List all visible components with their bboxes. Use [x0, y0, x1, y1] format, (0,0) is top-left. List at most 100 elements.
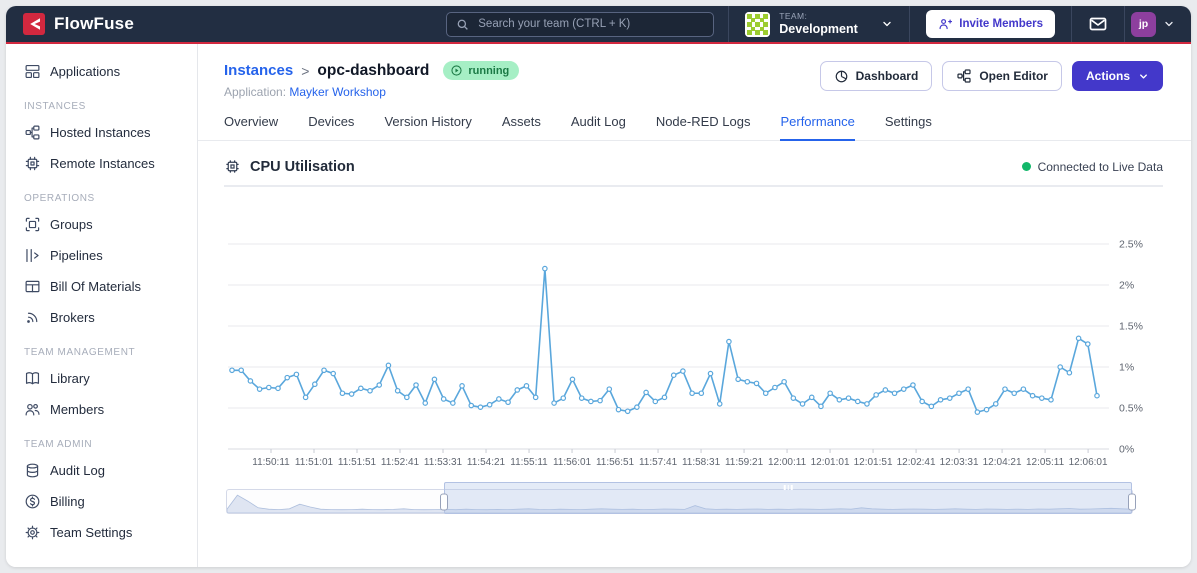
application-label: Application: [224, 85, 287, 99]
sidebar-item-label: Team Settings [50, 525, 133, 540]
remote-instances-icon [24, 155, 41, 172]
actions-button[interactable]: Actions [1071, 61, 1163, 91]
brush-selection[interactable] [444, 482, 1132, 514]
team-settings-icon [24, 524, 41, 541]
sidebar-item-brokers[interactable]: Brokers [6, 302, 197, 333]
x-axis-tick-label: 12:05:11 [1026, 457, 1065, 468]
brush-handle-left[interactable] [440, 493, 449, 510]
sidebar-item-label: Brokers [50, 310, 95, 325]
team-search[interactable] [446, 11, 715, 37]
sidebar-item-groups[interactable]: Groups [6, 209, 197, 240]
breadcrumb-instances-link[interactable]: Instances [224, 62, 293, 79]
sidebar: Applications INSTANCES Hosted Instances Rem… [6, 44, 198, 567]
search-icon [456, 18, 469, 31]
tab-settings[interactable]: Settings [885, 114, 932, 140]
tab-audit-log[interactable]: Audit Log [571, 114, 626, 140]
x-axis-tick-label: 12:04:21 [983, 457, 1022, 468]
sidebar-item-hosted-instances[interactable]: Hosted Instances [6, 117, 197, 148]
play-circle-icon [450, 64, 463, 77]
x-axis-tick-label: 12:01:51 [854, 457, 893, 468]
x-axis-tick-label: 11:55:11 [510, 457, 548, 468]
tab-assets[interactable]: Assets [502, 114, 541, 140]
sidebar-item-remote-instances[interactable]: Remote Instances [6, 148, 197, 179]
sidebar-item-bill-of-materials[interactable]: Bill Of Materials [6, 271, 197, 302]
status-badge: running [443, 61, 520, 80]
top-navbar: FlowFuse TEAM: Development Invite Member… [6, 6, 1191, 44]
performance-panel: CPU Utilisation Connected to Live Data 0… [198, 141, 1191, 567]
y-axis-tick-label: 0.5% [1119, 403, 1143, 415]
applications-icon [24, 63, 41, 80]
mail-icon[interactable] [1088, 14, 1108, 34]
sidebar-item-billing[interactable]: Billing [6, 486, 197, 517]
groups-icon [24, 216, 41, 233]
sidebar-item-label: Billing [50, 494, 85, 509]
panel-divider [224, 185, 1163, 187]
sidebar-item-label: Members [50, 402, 105, 417]
x-axis-tick-label: 12:03:31 [940, 457, 979, 468]
brokers-icon [24, 309, 41, 326]
flowfuse-logo-icon [23, 13, 45, 35]
tab-version-history[interactable]: Version History [384, 114, 471, 140]
user-menu[interactable]: jp [1125, 11, 1191, 37]
pipelines-icon [24, 247, 41, 264]
breadcrumb: Instances > opc-dashboard running [224, 61, 520, 80]
x-axis-tick-label: 12:06:01 [1069, 457, 1108, 468]
tab-performance[interactable]: Performance [780, 114, 855, 141]
search-input[interactable] [476, 17, 705, 31]
cpu-chart: 0% 0.5% 1% 1.5% 2% 2.5% 11:50:11 11:51:01 11:51:… [224, 191, 1163, 479]
sidebar-item-label: Pipelines [50, 248, 103, 263]
y-axis-tick-label: 2.5% [1119, 239, 1143, 251]
x-axis-tick-label: 12:02:41 [897, 457, 936, 468]
chart-zoom-brush[interactable] [226, 482, 1136, 514]
x-axis-tick-label: 11:50:11 [252, 457, 290, 468]
team-avatar [745, 11, 771, 37]
x-axis-tick-label: 11:51:51 [338, 457, 377, 468]
sidebar-item-pipelines[interactable]: Pipelines [6, 240, 197, 271]
audit-log-icon [24, 462, 41, 479]
bill-of-materials-icon [24, 278, 41, 295]
status-badge-label: running [468, 64, 510, 77]
open-editor-button[interactable]: Open Editor [942, 61, 1062, 91]
y-axis-tick-label: 2% [1119, 280, 1134, 292]
sidebar-item-applications[interactable]: Applications [6, 56, 197, 87]
application-link[interactable]: Mayker Workshop [289, 85, 385, 99]
sidebar-section-header: TEAM ADMIN [24, 439, 93, 450]
x-axis-tick-label: 11:58:31 [682, 457, 721, 468]
sidebar-item-team-settings[interactable]: Team Settings [6, 517, 197, 548]
flowfuse-logo[interactable]: FlowFuse [22, 12, 134, 36]
brand-name: FlowFuse [54, 14, 134, 33]
live-dot-icon [1021, 162, 1031, 171]
sidebar-item-audit-log[interactable]: Audit Log [6, 455, 197, 486]
sidebar-item-label: Bill Of Materials [50, 279, 142, 294]
instance-tabs: Overview Devices Version History Assets Audi… [198, 114, 1191, 141]
tab-devices[interactable]: Devices [308, 114, 354, 140]
billing-icon [24, 493, 41, 510]
tab-overview[interactable]: Overview [224, 114, 278, 140]
live-status-label: Connected to Live Data [1037, 159, 1163, 174]
hosted-instances-icon [24, 124, 41, 141]
chevron-down-icon [881, 18, 893, 30]
dashboard-button[interactable]: Dashboard [819, 61, 933, 91]
tab-node-red-logs[interactable]: Node-RED Logs [656, 114, 751, 140]
x-axis-tick-label: 11:59:21 [725, 457, 764, 468]
x-axis-tick-label: 12:00:11 [768, 457, 807, 468]
team-selector[interactable]: TEAM: Development [729, 10, 909, 37]
dashboard-button-label: Dashboard [855, 69, 919, 83]
sidebar-item-library[interactable]: Library [6, 363, 197, 394]
actions-button-label: Actions [1085, 69, 1130, 83]
sidebar-item-label: Audit Log [50, 463, 105, 478]
brush-handle-right[interactable] [1128, 493, 1136, 510]
chevron-down-icon [1163, 18, 1175, 30]
team-label: TEAM: [779, 10, 808, 21]
person-plus-icon [938, 17, 953, 31]
sidebar-section-header: INSTANCES [24, 101, 86, 112]
brush-grip-icon[interactable] [783, 485, 793, 490]
y-axis-tick-label: 1% [1119, 362, 1134, 374]
invite-members-button[interactable]: Invite Members [926, 10, 1055, 38]
sidebar-item-label: Applications [50, 64, 121, 79]
app-window: FlowFuse TEAM: Development Invite Member… [6, 6, 1191, 567]
sidebar-item-label: Hosted Instances [50, 125, 151, 140]
user-avatar: jp [1131, 11, 1156, 37]
sidebar-item-members[interactable]: Members [6, 394, 197, 425]
breadcrumb-separator: > [301, 62, 310, 79]
